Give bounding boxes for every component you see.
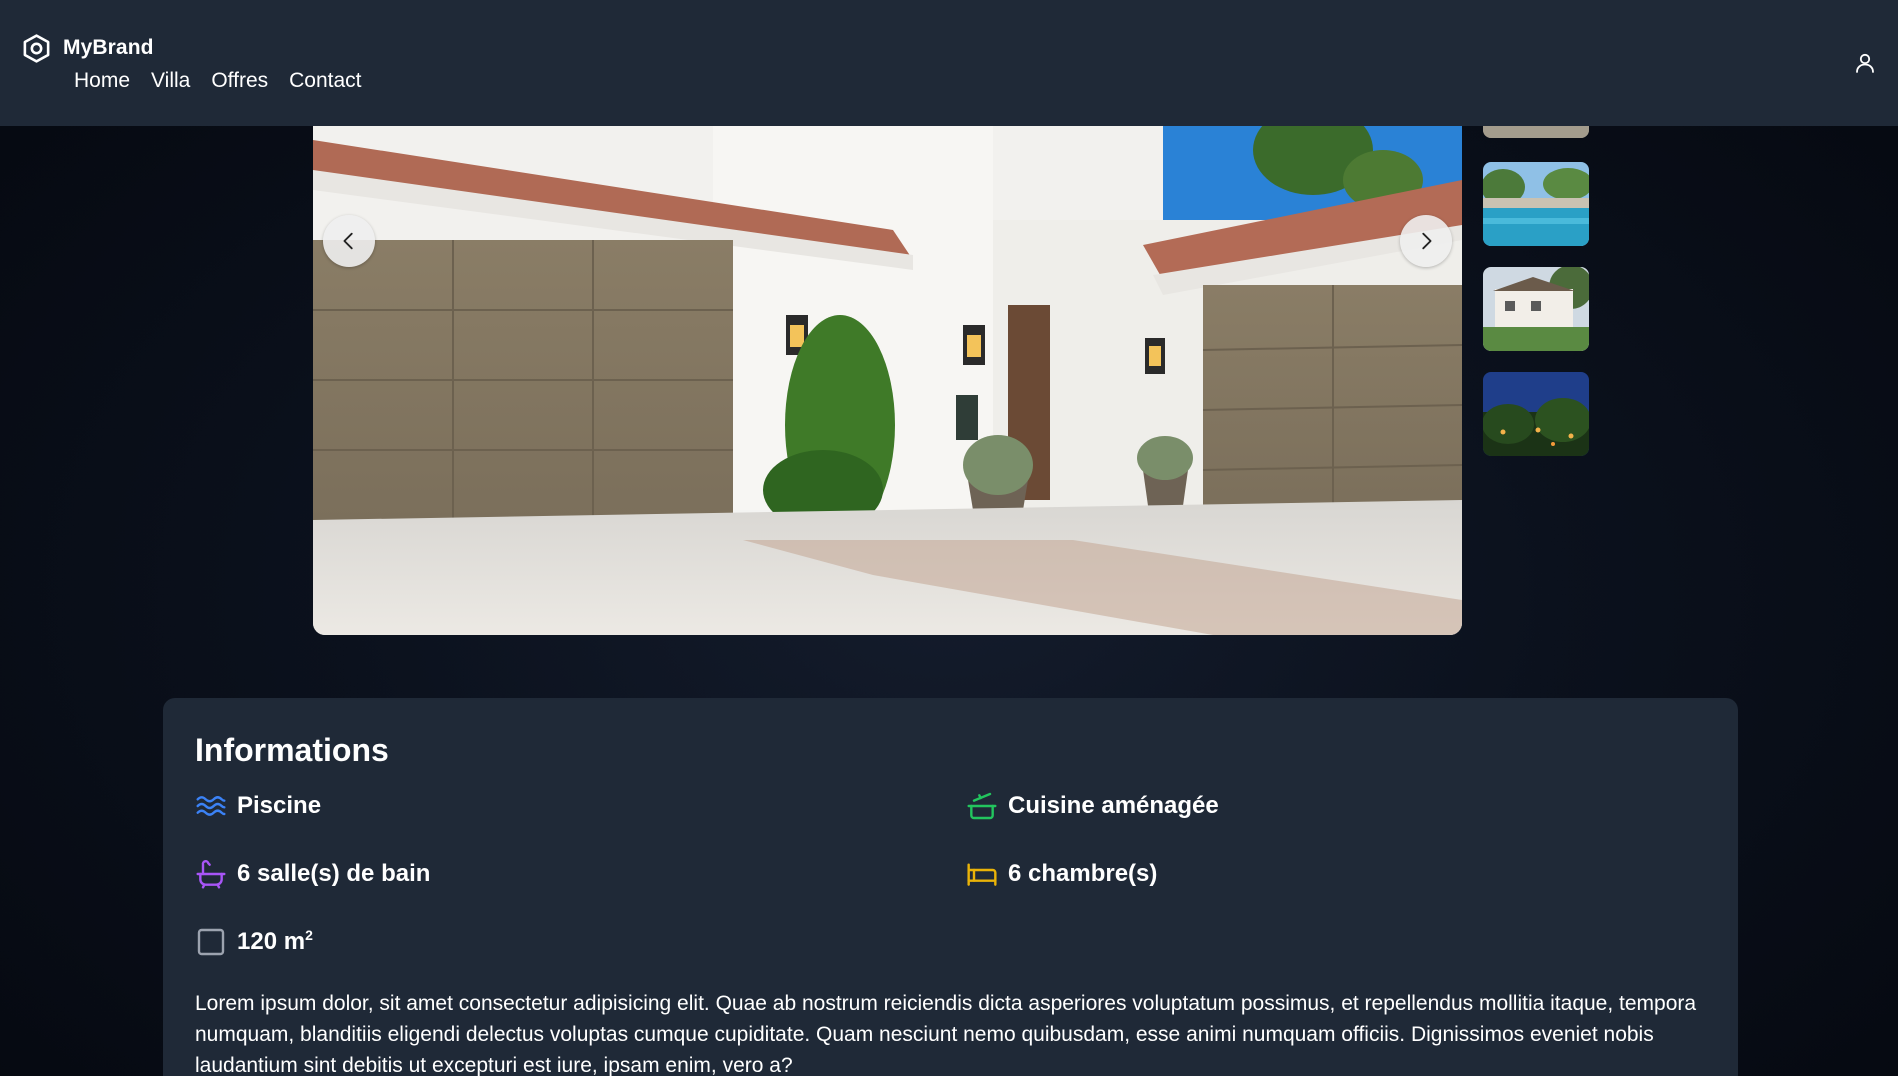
villa-garage-photo (313, 70, 1462, 635)
bed-icon (966, 858, 998, 890)
main-nav: Home Villa Offres Contact (74, 66, 362, 96)
info-card: Informations Piscine Cuisine aménagée 6 … (163, 698, 1738, 1076)
feature-area-label: 120 m2 (237, 927, 313, 955)
feature-kitchen-label: Cuisine aménagée (1008, 792, 1219, 819)
carousel-next-button[interactable] (1400, 215, 1452, 267)
feature-kitchen: Cuisine aménagée (966, 790, 1219, 822)
villa-description: Lorem ipsum dolor, sit amet consectetur … (195, 992, 1697, 1076)
nav-link-home[interactable]: Home (74, 69, 130, 93)
pool-thumbnail[interactable] (1483, 162, 1589, 246)
nav-link-offres[interactable]: Offres (211, 69, 268, 93)
chevron-right-icon (1415, 230, 1437, 252)
carousel-prev-button[interactable] (323, 215, 375, 267)
feature-area: 120 m2 (195, 926, 313, 958)
feature-bedrooms-label: 6 chambre(s) (1008, 860, 1158, 887)
brand[interactable]: MyBrand (21, 32, 154, 64)
nav-link-villa[interactable]: Villa (151, 69, 190, 93)
user-icon (1853, 51, 1877, 75)
site-header: MyBrand Home Villa Offres Contact (0, 0, 1898, 126)
user-account-button[interactable] (1852, 50, 1878, 76)
info-title: Informations (195, 732, 389, 768)
waves-icon (195, 790, 227, 822)
hexagon-logo-icon (21, 33, 52, 64)
square-icon (195, 926, 227, 958)
feature-pool-label: Piscine (237, 792, 322, 819)
chevron-left-icon (338, 230, 360, 252)
brand-name: MyBrand (63, 36, 154, 59)
villa-facade-thumbnail[interactable] (1483, 267, 1589, 351)
image-carousel (313, 70, 1462, 635)
cooking-pot-icon (966, 790, 998, 822)
nav-link-contact[interactable]: Contact (289, 69, 361, 93)
bath-icon (195, 858, 227, 890)
feature-bedrooms: 6 chambre(s) (966, 858, 1157, 890)
night-garden-thumbnail[interactable] (1483, 372, 1589, 456)
feature-pool: Piscine (195, 790, 321, 822)
feature-bathrooms-label: 6 salle(s) de bain (237, 860, 431, 887)
feature-bathrooms: 6 salle(s) de bain (195, 858, 430, 890)
